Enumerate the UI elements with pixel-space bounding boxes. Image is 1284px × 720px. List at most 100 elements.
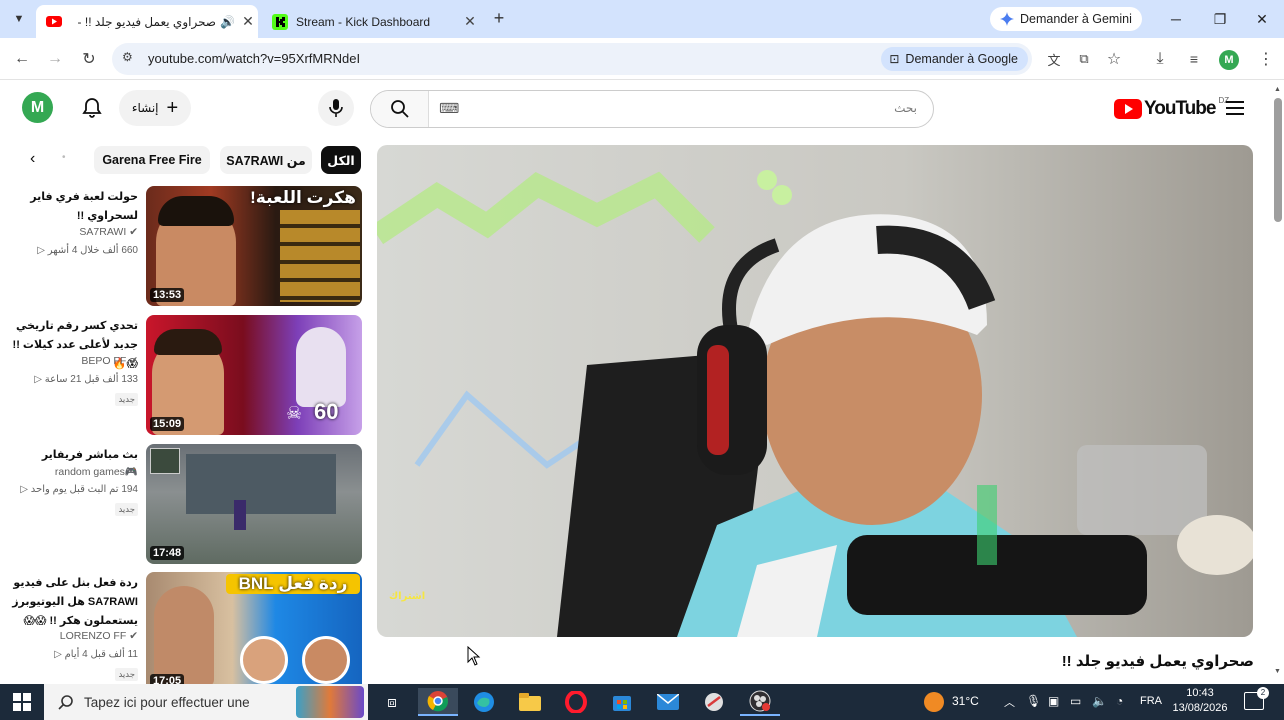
battery-icon[interactable]: ▭: [1070, 694, 1081, 708]
profile-avatar[interactable]: M: [1219, 50, 1239, 70]
channel-name[interactable]: SA7RAWI ✔: [79, 226, 138, 238]
tab-kick[interactable]: Stream - Kick Dashboard ✕: [262, 5, 480, 38]
bookmark-star-icon[interactable]: ☆: [1102, 47, 1126, 71]
thumbnail-caption: ردة فعل BNL: [226, 574, 360, 594]
recommendation-item[interactable]: 17:48 بث مباشر فريفاير random games🎮 194…: [0, 444, 364, 564]
video-title[interactable]: حولت لعبة فري فاير لسحراوي !!: [8, 188, 138, 226]
restore-button[interactable]: ❐: [1198, 0, 1242, 38]
account-avatar[interactable]: M: [22, 92, 53, 123]
subscribe-watermark[interactable]: اشتراك: [389, 591, 425, 602]
notifications-bell-icon[interactable]: [80, 96, 104, 120]
video-duration: 17:48: [150, 546, 185, 560]
site-info-icon[interactable]: ⚙: [122, 50, 133, 64]
file-explorer-icon[interactable]: [510, 688, 550, 716]
gemini-button[interactable]: Demander à Gemini: [990, 7, 1142, 31]
ask-google-button[interactable]: ⊡ Demander à Google: [881, 47, 1028, 71]
chip-fade: •: [62, 152, 66, 163]
windows-start-icon[interactable]: [2, 688, 42, 716]
windows-taskbar: Tapez ici pour effectuer une ⧈ 31°C ︿ 🎙 …: [0, 684, 1284, 720]
edge-app-icon[interactable]: [464, 688, 504, 716]
notification-center-icon[interactable]: 2: [1244, 687, 1269, 710]
recommendation-item[interactable]: هكرت اللعبة! 13:53 حولت لعبة فري فاير لس…: [0, 186, 364, 306]
youtube-logo[interactable]: YouTube DZ: [1114, 96, 1229, 120]
verified-icon: ✔: [129, 226, 138, 238]
guide-menu-icon[interactable]: [1226, 100, 1246, 116]
close-tab-icon[interactable]: ✕: [460, 13, 480, 30]
new-badge: جديد: [115, 503, 138, 516]
forward-icon[interactable]: →: [43, 47, 67, 71]
page-scrollbar[interactable]: ▲ ▼: [1272, 80, 1284, 684]
video-thumbnail[interactable]: هكرت اللعبة! 13:53: [146, 186, 362, 306]
recommendation-item[interactable]: 60 ☠ 15:09 تحدي كسر رقم تاريخي جديد لأعل…: [0, 315, 364, 435]
close-window-button[interactable]: ✕: [1240, 0, 1284, 38]
media-control-icon[interactable]: ≡: [1182, 47, 1206, 71]
speaker-icon[interactable]: 🔊: [220, 15, 238, 29]
video-player[interactable]: اشتراك: [377, 145, 1253, 637]
input-language[interactable]: FRA: [1140, 695, 1162, 707]
search-input[interactable]: بحث: [894, 101, 917, 115]
chip-all[interactable]: الكل: [321, 146, 361, 174]
youtube-header: M إنشاء + ⌨ بحث YouTube DZ: [0, 80, 1272, 136]
obs-app-icon[interactable]: [740, 688, 780, 716]
tab-search-button[interactable]: ▼: [8, 9, 30, 29]
url-text[interactable]: youtube.com/watch?v=95XrfMRNdeI: [148, 51, 360, 66]
views-play-icon: ▷: [54, 649, 62, 660]
network-icon[interactable]: ◔: [1116, 694, 1123, 708]
taskbar-search-input[interactable]: Tapez ici pour effectuer une: [84, 695, 250, 710]
channel-name[interactable]: random games🎮: [55, 465, 138, 478]
views-play-icon: ▷: [37, 245, 45, 256]
opera-app-icon[interactable]: [556, 688, 596, 716]
cast-icon[interactable]: ⧉: [1072, 47, 1096, 71]
task-view-icon[interactable]: ⧈: [372, 688, 412, 716]
create-button[interactable]: إنشاء +: [119, 90, 191, 126]
video-meta: 11 ألف قبل 4 أيام ▷: [54, 649, 138, 660]
close-tab-icon[interactable]: ✕: [238, 13, 258, 30]
chrome-app-icon[interactable]: [418, 688, 458, 716]
snipping-tool-icon[interactable]: [694, 688, 734, 716]
chip-garena-free-fire[interactable]: Garena Free Fire: [94, 146, 210, 174]
mail-app-icon[interactable]: [648, 688, 688, 716]
video-meta: 194 تم البث قبل يوم واحد ▷: [20, 484, 138, 495]
back-icon[interactable]: ←: [10, 47, 34, 71]
new-tab-button[interactable]: +: [488, 8, 510, 30]
chips-prev-icon[interactable]: ‹: [30, 150, 35, 168]
voice-search-icon[interactable]: [318, 90, 354, 126]
mouse-cursor-icon: [467, 646, 481, 666]
search-highlight-icon[interactable]: [296, 686, 364, 718]
new-badge: جديد: [115, 668, 138, 681]
chip-from-sa7rawi[interactable]: من SA7RAWI: [220, 146, 312, 174]
meet-icon[interactable]: ▣: [1048, 694, 1059, 708]
microphone-icon[interactable]: 🎙: [1026, 694, 1041, 708]
store-app-icon[interactable]: [602, 688, 642, 716]
search-button[interactable]: [371, 91, 429, 127]
video-thumbnail[interactable]: ردة فعل BNL 17:05: [146, 572, 362, 684]
video-thumbnail[interactable]: 60 ☠ 15:09: [146, 315, 362, 435]
video-title[interactable]: بث مباشر فريفاير: [8, 446, 138, 465]
download-icon[interactable]: ⤓: [1148, 47, 1172, 71]
recommendation-item[interactable]: ردة فعل BNL 17:05 ردة فعل بنل على فيديو …: [0, 572, 364, 684]
reload-icon[interactable]: ↻: [77, 47, 101, 71]
youtube-logo-icon: [1114, 99, 1142, 119]
scroll-down-arrow-icon[interactable]: ▼: [1274, 668, 1281, 675]
taskbar-search-box[interactable]: Tapez ici pour effectuer une: [44, 684, 368, 720]
video-title[interactable]: ردة فعل بنل على فيديو SA7RAWI هل اليوتيو…: [8, 574, 138, 631]
translate-icon[interactable]: 文: [1042, 47, 1066, 71]
volume-icon[interactable]: 🔈: [1092, 694, 1107, 708]
keyboard-icon[interactable]: ⌨: [439, 100, 459, 117]
address-bar[interactable]: ⚙ youtube.com/watch?v=95XrfMRNdeI ⊡ Dema…: [112, 43, 1032, 75]
tray-overflow-icon[interactable]: ︿: [1004, 694, 1015, 710]
channel-name[interactable]: BEPO FF ✔: [81, 355, 138, 367]
kick-favicon-icon: [272, 13, 288, 30]
thumbnail-hair: [158, 196, 234, 226]
scroll-up-arrow-icon[interactable]: ▲: [1274, 86, 1281, 93]
weather-icon[interactable]: [924, 692, 944, 712]
channel-name[interactable]: LORENZO FF ✔: [60, 630, 138, 642]
scroll-thumb[interactable]: [1274, 98, 1282, 222]
clock[interactable]: 10:43 13/08/2026: [1170, 686, 1230, 716]
minimize-button[interactable]: ─: [1154, 0, 1198, 38]
menu-dots-icon[interactable]: ⋮: [1254, 47, 1278, 71]
weather-temperature[interactable]: 31°C: [952, 694, 979, 708]
video-thumbnail[interactable]: 17:48: [146, 444, 362, 564]
video-duration: 15:09: [150, 417, 185, 431]
tab-youtube[interactable]: صحراوي يعمل فيديو جلد !! - 🔊 ✕: [36, 5, 258, 38]
